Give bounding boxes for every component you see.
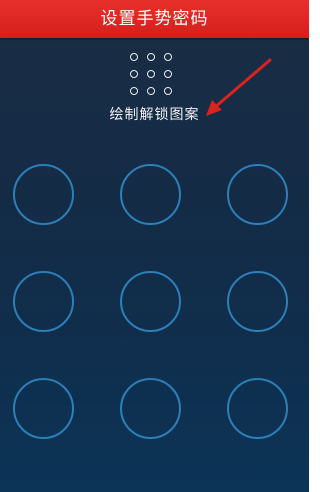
gesture-node-7[interactable]: [13, 378, 74, 439]
gesture-setup-screen: 设置手势密码 绘制解锁图案: [0, 0, 309, 492]
gesture-node-2[interactable]: [120, 164, 181, 225]
gesture-node-8[interactable]: [120, 378, 181, 439]
gesture-node-4[interactable]: [13, 271, 74, 332]
gesture-node-6[interactable]: [227, 271, 288, 332]
gesture-node-1[interactable]: [13, 164, 74, 225]
gesture-node-9[interactable]: [227, 378, 288, 439]
gesture-node-3[interactable]: [227, 164, 288, 225]
gesture-node-5[interactable]: [120, 271, 181, 332]
gesture-grid[interactable]: [0, 0, 309, 492]
